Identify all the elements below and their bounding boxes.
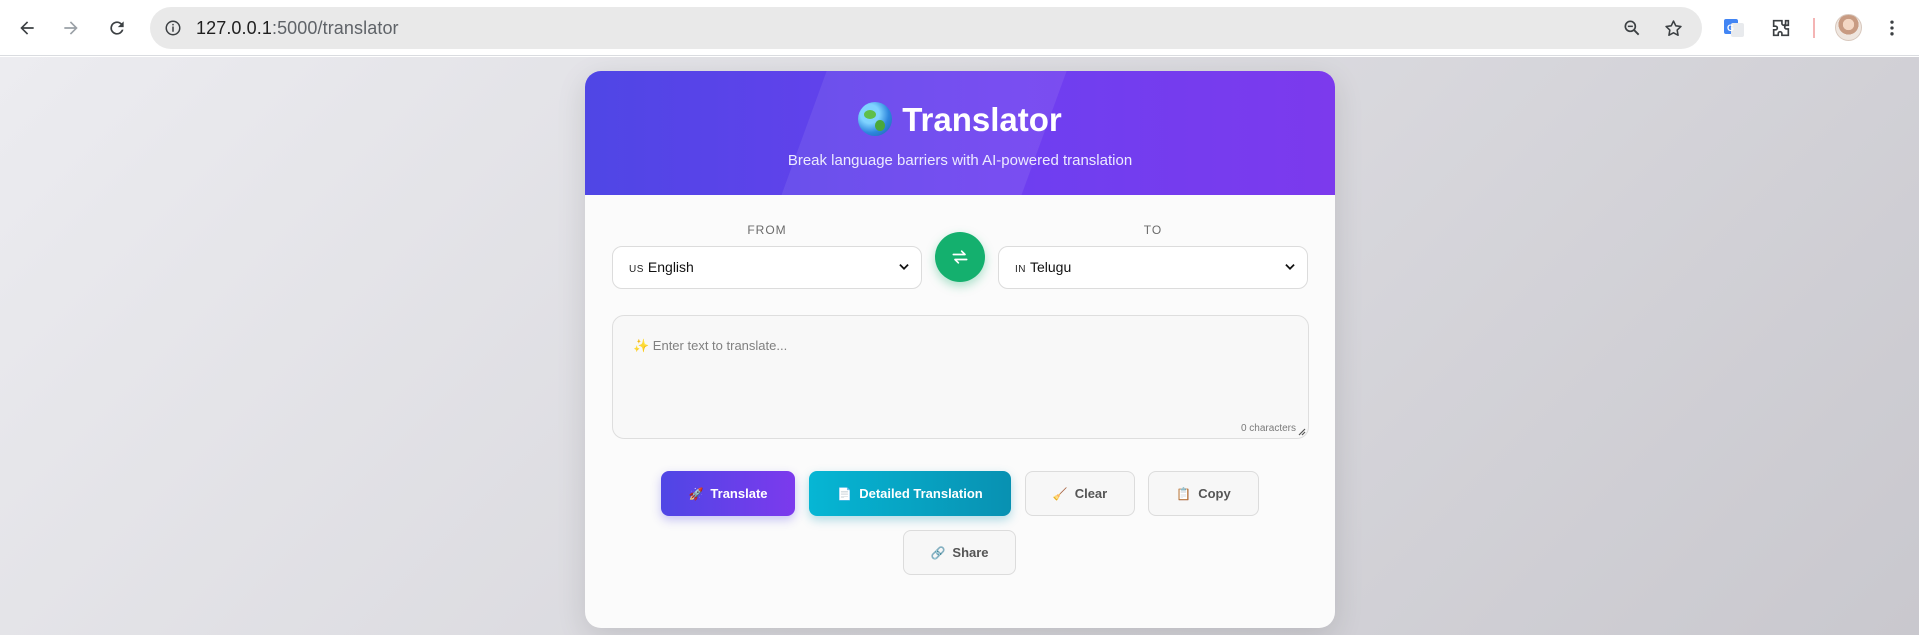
translate-label: Translate xyxy=(710,486,768,501)
source-text-input[interactable]: ✨ Enter text to translate... 0 character… xyxy=(612,315,1309,439)
clear-label: Clear xyxy=(1074,486,1108,501)
detailed-translation-label: Detailed Translation xyxy=(859,486,983,501)
copy-label: Copy xyxy=(1198,486,1231,501)
target-language-select[interactable]: IN Telugu xyxy=(998,246,1308,289)
clipboard-icon: 📋 xyxy=(1176,486,1192,501)
input-placeholder: ✨ Enter text to translate... xyxy=(633,338,788,353)
swap-arrows-icon xyxy=(952,250,968,264)
page-title: Translator xyxy=(585,101,1335,139)
share-button[interactable]: 🔗 Share xyxy=(903,530,1016,575)
extensions-icon[interactable] xyxy=(1767,14,1795,42)
menu-icon[interactable] xyxy=(1878,14,1906,42)
page-background: Translator Break language barriers with … xyxy=(0,57,1919,635)
profile-avatar[interactable] xyxy=(1835,14,1862,41)
broom-icon: 🧹 xyxy=(1052,486,1068,501)
in-flag-icon: IN xyxy=(1015,264,1026,275)
chevron-down-icon xyxy=(1285,264,1295,270)
forward-button[interactable] xyxy=(53,10,89,46)
copy-button[interactable]: 📋 Copy xyxy=(1148,471,1259,516)
zoom-icon[interactable] xyxy=(1620,16,1644,40)
clear-button[interactable]: 🧹 Clear xyxy=(1025,471,1135,516)
browser-toolbar: 127.0.0.1:5000/translator G xyxy=(0,0,1919,56)
header-banner: Translator Break language barriers with … xyxy=(585,71,1335,195)
us-flag-icon: US xyxy=(629,264,644,275)
share-label: Share xyxy=(952,545,989,560)
page-subtitle: Break language barriers with AI-powered … xyxy=(787,152,1133,169)
detailed-translation-button[interactable]: 📄 Detailed Translation xyxy=(809,471,1011,516)
reload-icon xyxy=(110,21,124,35)
globe-icon xyxy=(858,102,893,136)
target-language-text: Telugu xyxy=(1030,259,1072,275)
from-label: FROM xyxy=(747,223,787,237)
rocket-icon: 🚀 xyxy=(688,486,704,501)
forward-icon xyxy=(64,21,78,35)
bookmark-star-icon[interactable] xyxy=(1661,16,1685,40)
site-info-icon[interactable] xyxy=(160,15,186,41)
character-count: 0 characters xyxy=(1240,423,1296,434)
link-icon: 🔗 xyxy=(930,545,946,560)
back-icon xyxy=(20,21,34,35)
swap-languages-button[interactable] xyxy=(935,232,985,282)
back-button[interactable] xyxy=(9,10,45,46)
url-path: :5000/translator xyxy=(271,18,399,38)
resize-handle-icon[interactable] xyxy=(1298,428,1306,436)
translate-button[interactable]: 🚀 Translate xyxy=(661,471,795,516)
target-language-value: IN Telugu xyxy=(1015,259,1071,275)
document-icon: 📄 xyxy=(837,486,853,501)
url-host: 127.0.0.1 xyxy=(196,18,272,38)
svg-text:G: G xyxy=(1727,23,1734,33)
source-language-select[interactable]: US English xyxy=(612,246,922,289)
to-label: TO xyxy=(1143,223,1163,237)
google-translate-icon[interactable]: G xyxy=(1720,14,1748,42)
url-text: 127.0.0.1:5000/translator xyxy=(196,18,399,39)
source-language-value: US English xyxy=(629,259,694,275)
toolbar-separator xyxy=(1813,18,1815,38)
reload-button[interactable] xyxy=(99,10,135,46)
chevron-down-icon xyxy=(899,264,909,270)
source-language-text: English xyxy=(647,259,694,275)
title-text: Translator xyxy=(902,101,1062,138)
address-bar[interactable]: 127.0.0.1:5000/translator xyxy=(150,7,1702,49)
translator-card: Translator Break language barriers with … xyxy=(585,71,1335,628)
